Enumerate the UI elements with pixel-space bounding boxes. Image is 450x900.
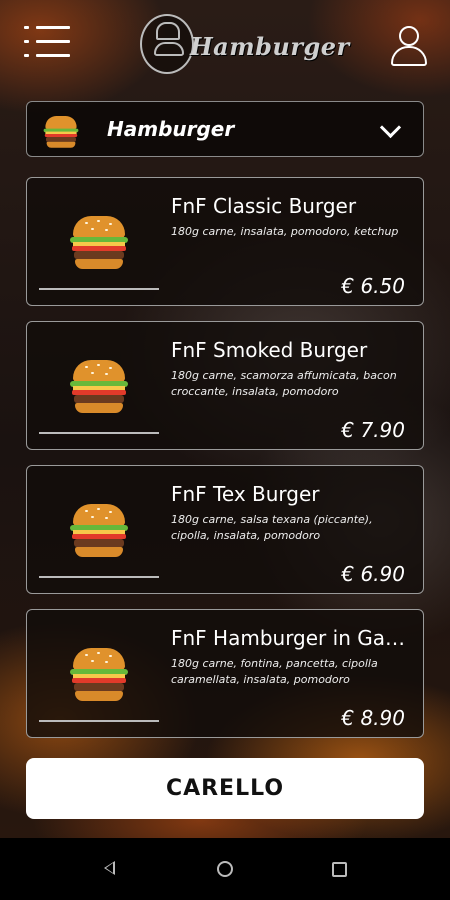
item-description: 180g carne, scamorza affumicata, bacon c… <box>171 369 397 398</box>
user-icon[interactable] <box>388 24 428 66</box>
item-name: FnF Smoked Burger <box>171 338 368 362</box>
item-price: € 8.90 <box>341 706 405 730</box>
menu-icon-row <box>24 54 70 57</box>
item-description: 180g carne, fontina, pancetta, cipolla c… <box>171 657 378 686</box>
divider-line <box>39 288 159 290</box>
back-triangle-icon[interactable] <box>104 861 115 875</box>
burger-image <box>69 360 129 414</box>
burger-image <box>69 216 129 270</box>
menu-button[interactable] <box>24 26 70 60</box>
app-logo: Hamburger <box>140 8 349 78</box>
divider-line <box>39 576 159 578</box>
item-price: € 6.50 <box>341 274 405 298</box>
divider-line <box>39 432 159 434</box>
burger-image <box>69 504 129 558</box>
menu-icon-row <box>24 26 70 29</box>
cart-button[interactable]: CARELLO <box>26 758 424 819</box>
menu-item-card[interactable]: FnF Tex Burger 180g carne, salsa texana … <box>26 465 424 594</box>
item-price: € 7.90 <box>341 418 405 442</box>
logo-text: Hamburger <box>190 32 350 61</box>
item-name: FnF Hamburger in Gab... <box>171 626 415 650</box>
item-name: FnF Classic Burger <box>171 194 357 218</box>
item-price: € 6.90 <box>341 562 405 586</box>
home-circle-icon[interactable] <box>217 861 233 877</box>
item-name: FnF Tex Burger <box>171 482 320 506</box>
item-description: 180g carne, insalata, pomodoro, ketchup <box>171 225 399 238</box>
recents-square-icon[interactable] <box>332 862 347 877</box>
menu-item-card[interactable]: FnF Classic Burger 180g carne, insalata,… <box>26 177 424 306</box>
divider-line <box>39 720 159 722</box>
menu-item-card[interactable]: FnF Hamburger in Gab... 180g carne, font… <box>26 609 424 738</box>
item-description: 180g carne, salsa texana (piccante), cip… <box>171 513 373 542</box>
chevron-down-icon <box>379 116 402 139</box>
menu-icon-row <box>24 40 70 43</box>
system-navigation-bar <box>0 838 450 900</box>
burger-image <box>69 648 129 702</box>
chef-burger-emblem-icon <box>140 14 194 74</box>
menu-item-card[interactable]: FnF Smoked Burger 180g carne, scamorza a… <box>26 321 424 450</box>
category-label: Hamburger <box>107 117 235 141</box>
app-header: Hamburger <box>0 0 450 90</box>
category-dropdown[interactable]: Hamburger <box>26 101 424 157</box>
burger-icon <box>43 116 79 148</box>
